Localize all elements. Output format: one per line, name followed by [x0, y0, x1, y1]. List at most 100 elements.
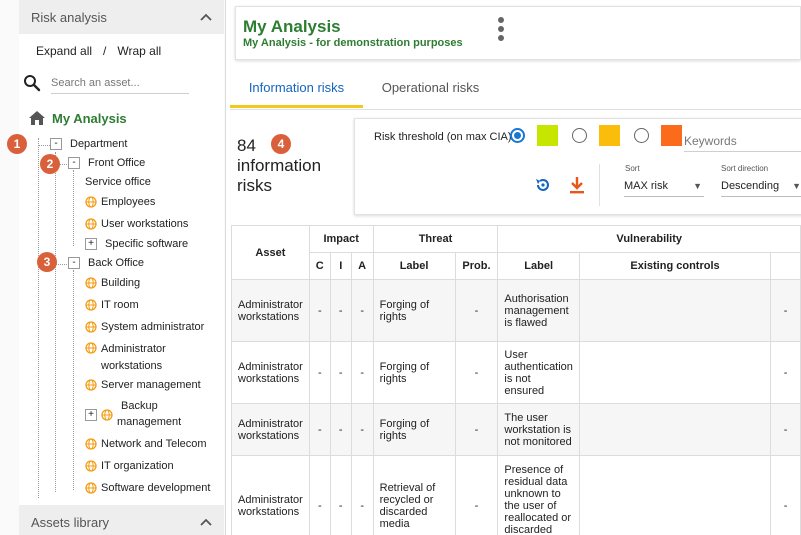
tree-node-administrator-workstations[interactable]: Administrator workstations: [85, 341, 166, 375]
tree-node-software-development[interactable]: Software development: [85, 482, 210, 494]
tree-node-server-management[interactable]: Server management: [85, 379, 201, 391]
sort-select[interactable]: MAX risk ▼: [624, 177, 704, 197]
threshold-radio-yellow[interactable]: [572, 128, 587, 143]
keywords-input[interactable]: [684, 130, 801, 152]
table-row[interactable]: Administrator workstations - - - Forging…: [231, 341, 801, 404]
expand-all-link[interactable]: Expand all: [36, 44, 92, 58]
table-row[interactable]: Administrator workstations - - - Forging…: [231, 403, 801, 456]
risk-analysis-panel-header[interactable]: Risk analysis: [19, 0, 224, 34]
collapse-toggle[interactable]: -: [68, 157, 80, 169]
tree-connector: [55, 152, 56, 492]
col-header-existing-controls[interactable]: Existing controls: [578, 252, 772, 280]
col-header-i[interactable]: I: [329, 252, 352, 280]
tree-node-label: System administrator: [101, 321, 205, 333]
tree-node-it-room[interactable]: IT room: [85, 299, 139, 311]
tab-information-risks[interactable]: Information risks: [230, 70, 363, 108]
tree-node-label: Network and Telecom: [101, 438, 207, 450]
more-vert-icon[interactable]: [497, 17, 505, 47]
search-input[interactable]: [51, 72, 189, 94]
cell-c[interactable]: -: [308, 341, 331, 404]
cell-existing-controls[interactable]: [578, 279, 772, 342]
analysis-header-card: My Analysis My Analysis - for demonstrat…: [235, 6, 801, 60]
tree-node-employees[interactable]: Employees: [85, 196, 155, 208]
cell-prob[interactable]: -: [454, 455, 499, 535]
cell-c[interactable]: -: [308, 279, 331, 342]
cell-c[interactable]: -: [308, 403, 331, 456]
collapse-toggle[interactable]: -: [68, 257, 80, 269]
cell-extra[interactable]: -: [770, 403, 801, 456]
tree-node-label: IT organization: [101, 460, 174, 472]
assets-library-panel-header[interactable]: Assets library: [19, 505, 224, 535]
tree-node-service-office[interactable]: Service office: [85, 176, 151, 188]
col-header-prob[interactable]: Prob.: [454, 252, 499, 280]
tree-root[interactable]: My Analysis: [28, 110, 127, 126]
cell-threat: Retrieval of recycled or discarded media: [372, 455, 456, 535]
threshold-swatch-yellow: [599, 125, 620, 146]
risk-count-label-line: information: [237, 156, 322, 175]
threshold-radio-green[interactable]: [510, 128, 525, 143]
asset-search: [23, 72, 191, 94]
cell-c[interactable]: -: [308, 455, 331, 535]
tree-node-network-telecom[interactable]: Network and Telecom: [85, 438, 207, 450]
cell-i[interactable]: -: [329, 341, 352, 404]
expand-wrap-row: Expand all / Wrap all: [36, 44, 161, 58]
cell-prob[interactable]: -: [454, 279, 499, 342]
cell-prob[interactable]: -: [454, 403, 499, 456]
cell-a[interactable]: -: [350, 341, 374, 404]
cell-a[interactable]: -: [350, 403, 374, 456]
tree-node-user-workstations[interactable]: User workstations: [85, 218, 188, 230]
table-row[interactable]: Administrator workstations - - - Retriev…: [231, 455, 801, 535]
wrap-all-link[interactable]: Wrap all: [117, 44, 161, 58]
tree-node-label: Back Office: [88, 257, 145, 269]
chevron-up-icon[interactable]: [200, 10, 212, 24]
sort-direction-label: Sort direction: [721, 164, 769, 173]
tree-node-it-organization[interactable]: IT organization: [85, 460, 174, 472]
tree-node-label-line: management: [117, 416, 182, 428]
risk-count-label-line: risks: [237, 176, 272, 195]
cell-existing-controls[interactable]: [578, 341, 772, 404]
col-header-c[interactable]: C: [308, 252, 331, 280]
reset-filters-icon[interactable]: [534, 176, 552, 194]
cell-threat: Forging of rights: [372, 341, 456, 404]
table-row[interactable]: Administrator workstations - - - Forging…: [231, 279, 801, 342]
tree-node-back-office[interactable]: - Back Office: [68, 257, 144, 269]
cell-i[interactable]: -: [329, 279, 352, 342]
cell-i[interactable]: -: [329, 403, 352, 456]
cell-existing-controls[interactable]: [578, 403, 772, 456]
download-icon[interactable]: [569, 176, 585, 194]
globe-icon: [85, 460, 97, 472]
col-header-threat-label[interactable]: Label: [372, 252, 456, 280]
cell-asset: Administrator workstations: [231, 455, 310, 535]
threshold-radio-orange[interactable]: [634, 128, 649, 143]
col-header-vuln-label[interactable]: Label: [497, 252, 580, 280]
cell-extra[interactable]: -: [770, 455, 801, 535]
tree-connector: [38, 145, 50, 146]
cell-existing-controls[interactable]: [578, 455, 772, 535]
collapse-toggle[interactable]: -: [50, 138, 62, 150]
tree-node-building[interactable]: Building: [85, 277, 140, 289]
tree-node-backup-management[interactable]: + Backup management: [85, 400, 181, 430]
cell-a[interactable]: -: [350, 455, 374, 535]
expand-toggle[interactable]: +: [85, 238, 97, 250]
chevron-up-icon[interactable]: [200, 515, 212, 529]
tab-operational-risks[interactable]: Operational risks: [363, 70, 498, 108]
cell-vulnerability: Presence of residual data unknown to the…: [497, 455, 580, 535]
cell-i[interactable]: -: [329, 455, 352, 535]
cell-a[interactable]: -: [350, 279, 374, 342]
expand-toggle[interactable]: +: [85, 409, 97, 421]
cell-threat: Forging of rights: [372, 403, 456, 456]
cell-extra[interactable]: -: [770, 279, 801, 342]
tree-node-department[interactable]: - Department: [50, 138, 127, 150]
col-header-asset[interactable]: Asset: [231, 225, 310, 280]
tree-node-specific-software[interactable]: + Specific software: [85, 238, 188, 250]
sort-direction-select[interactable]: Descending ▼: [721, 177, 801, 197]
cell-extra[interactable]: -: [770, 341, 801, 404]
globe-icon: [85, 438, 97, 450]
cell-prob[interactable]: -: [454, 341, 499, 404]
col-header-a[interactable]: A: [350, 252, 374, 280]
cell-vulnerability: User authentication is not ensured: [497, 341, 580, 404]
tree-node-system-administrator[interactable]: System administrator: [85, 321, 204, 333]
tree-node-front-office[interactable]: - Front Office: [68, 157, 145, 169]
globe-icon: [85, 196, 97, 208]
tree-connector: [55, 264, 67, 265]
